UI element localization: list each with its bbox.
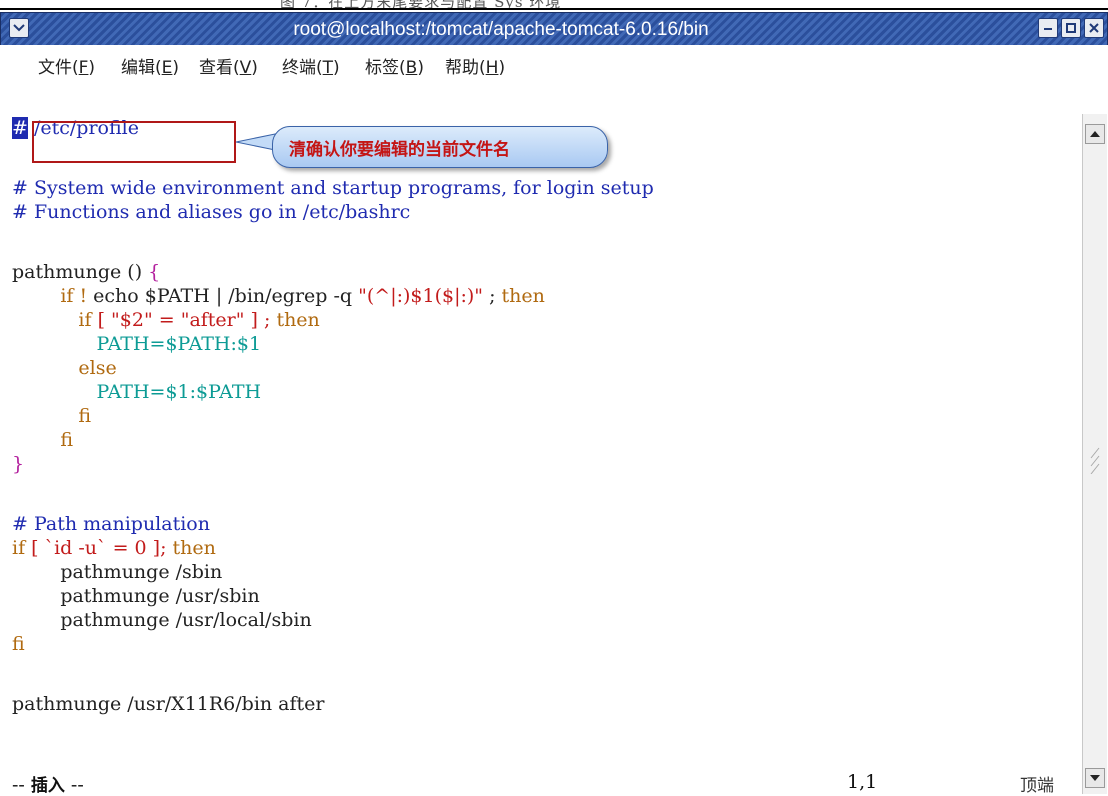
menu-view-key: V bbox=[239, 58, 252, 78]
keyword-if: if bbox=[12, 309, 98, 331]
menu-file-key: F bbox=[78, 58, 89, 78]
code-line: pathmunge /usr/sbin bbox=[12, 585, 260, 607]
code-line: fi bbox=[12, 429, 73, 451]
code-line: fi bbox=[12, 633, 25, 655]
vim-status-line: -- 插入 -- 1,1 顶端 bbox=[12, 771, 1072, 796]
menu-edit-key: E bbox=[161, 58, 173, 78]
code-line: if [ `id -u` = 0 ]; then bbox=[12, 536, 216, 560]
window-title: root@localhost:/tomcat/apache-tomcat-6.0… bbox=[293, 19, 709, 40]
keyword-then: then bbox=[172, 537, 216, 559]
function-name: pathmunge () bbox=[12, 261, 149, 283]
menu-file-label: 文件( bbox=[38, 58, 79, 78]
menu-help-end: ) bbox=[498, 58, 506, 78]
keyword-if: if ! bbox=[12, 285, 94, 307]
vertical-scrollbar[interactable] bbox=[1082, 114, 1107, 794]
callout-text: 清确认你要编辑的当前文件名 bbox=[289, 140, 510, 160]
code-line: pathmunge /sbin bbox=[12, 561, 223, 583]
menu-help[interactable]: 帮助(H) bbox=[445, 53, 505, 78]
menu-help-key: H bbox=[485, 58, 499, 78]
terminal-content[interactable]: # /etc/profile # System wide environment… bbox=[0, 79, 1080, 794]
document-header-text: 图 7：在上方末尾要求与配置 Sys 环境 bbox=[280, 0, 562, 11]
mode-label: 插入 bbox=[30, 776, 65, 796]
separator: ; bbox=[483, 285, 502, 307]
code-line: # System wide environment and startup pr… bbox=[12, 177, 654, 199]
code-line: pathmunge /usr/X11R6/bin after bbox=[12, 693, 325, 715]
menu-terminal[interactable]: 终端(T) bbox=[282, 53, 340, 78]
code-line: if ! echo $PATH | /bin/egrep -q "(^|:)$1… bbox=[12, 284, 545, 308]
mode-prefix: -- bbox=[12, 774, 31, 796]
filename-highlight-box bbox=[32, 121, 236, 163]
window-menu-button[interactable] bbox=[9, 18, 29, 38]
scroll-position: 顶端 bbox=[1020, 776, 1054, 796]
menu-file-end: ) bbox=[88, 58, 96, 78]
menu-tabs-label: 标签( bbox=[365, 58, 406, 78]
maximize-icon bbox=[1066, 23, 1076, 33]
text-cursor: # bbox=[12, 117, 28, 139]
code-line: pathmunge /usr/local/sbin bbox=[12, 609, 312, 631]
menu-tabs[interactable]: 标签(B) bbox=[365, 53, 424, 78]
keyword-then: then bbox=[501, 285, 545, 307]
menu-bar: 文件(F) 编辑(E) 查看(V) 终端(T) 标签(B) 帮助(H) bbox=[0, 45, 1108, 79]
menu-file[interactable]: 文件(F) bbox=[38, 53, 95, 78]
code-line: pathmunge () { bbox=[12, 260, 160, 284]
menu-edit-end: ) bbox=[172, 58, 180, 78]
menu-edit-label: 编辑( bbox=[121, 58, 162, 78]
cursor-position: 1,1 bbox=[847, 771, 878, 793]
chevron-down-icon bbox=[13, 24, 25, 32]
code-line: else bbox=[12, 357, 117, 379]
menu-view[interactable]: 查看(V) bbox=[199, 53, 258, 78]
scroll-down-button[interactable] bbox=[1085, 768, 1105, 788]
echo-command: echo $PATH | /bin/egrep -q bbox=[93, 285, 359, 307]
menu-view-label: 查看( bbox=[199, 58, 240, 78]
scroll-up-button[interactable] bbox=[1085, 124, 1105, 144]
close-icon bbox=[1089, 23, 1099, 33]
test-expression: [ "$2" = "after" ] ; bbox=[97, 309, 277, 331]
code-line: # Path manipulation bbox=[12, 513, 210, 535]
code-line: if [ "$2" = "after" ] ; then bbox=[12, 308, 320, 332]
terminal-window: root@localhost:/tomcat/apache-tomcat-6.0… bbox=[0, 12, 1108, 796]
keyword-if: if bbox=[12, 537, 32, 559]
menu-tabs-end: ) bbox=[417, 58, 424, 78]
menu-tabs-key: B bbox=[405, 58, 418, 78]
menu-terminal-label: 终端( bbox=[282, 58, 323, 78]
menu-view-end: ) bbox=[251, 58, 258, 78]
mode-suffix: -- bbox=[64, 774, 84, 796]
open-brace: { bbox=[148, 261, 161, 283]
menu-edit[interactable]: 编辑(E) bbox=[121, 53, 179, 78]
menu-terminal-end: ) bbox=[333, 58, 340, 78]
title-bar[interactable]: root@localhost:/tomcat/apache-tomcat-6.0… bbox=[0, 12, 1108, 46]
arrow-down-icon bbox=[1090, 775, 1100, 781]
code-line: } bbox=[12, 453, 25, 475]
code-line: fi bbox=[12, 405, 92, 427]
editor-mode: -- 插入 -- bbox=[12, 771, 84, 796]
regex-string: "(^|:)$1($|:)" bbox=[358, 285, 484, 307]
code-line: # Functions and aliases go in /etc/bashr… bbox=[12, 201, 411, 223]
annotation-callout: 清确认你要编辑的当前文件名 bbox=[272, 126, 608, 168]
arrow-up-icon bbox=[1090, 131, 1100, 137]
menu-help-label: 帮助( bbox=[445, 58, 486, 78]
resize-grip-icon bbox=[1090, 447, 1100, 474]
keyword-then: then bbox=[276, 309, 320, 331]
menu-terminal-key: T bbox=[322, 58, 334, 78]
close-button[interactable] bbox=[1084, 18, 1104, 38]
minimize-icon bbox=[1044, 28, 1052, 30]
test-expression: [ `id -u` = 0 ]; bbox=[31, 537, 173, 559]
maximize-button[interactable] bbox=[1061, 18, 1081, 38]
document-header-rule bbox=[0, 8, 1108, 10]
code-line: PATH=$1:$PATH bbox=[12, 381, 262, 403]
minimize-button[interactable] bbox=[1038, 18, 1058, 38]
code-line: PATH=$PATH:$1 bbox=[12, 333, 262, 355]
